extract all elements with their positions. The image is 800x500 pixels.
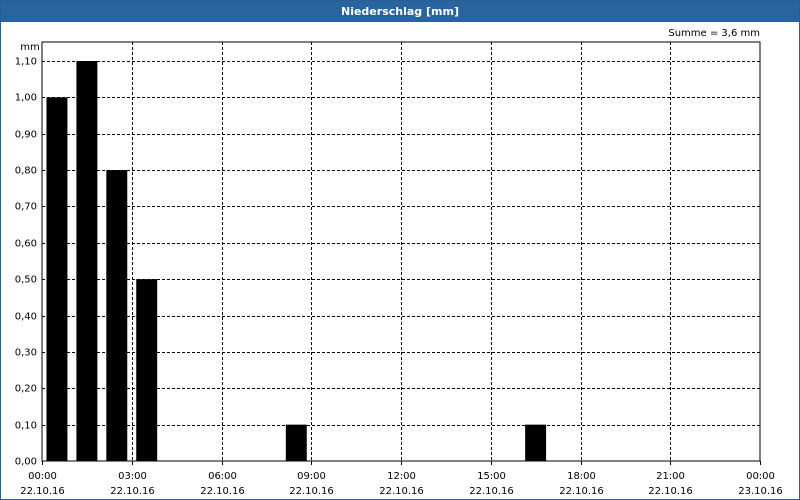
precipitation-bar	[525, 424, 547, 461]
y-tick-label: 1,10	[15, 57, 37, 68]
precipitation-bar	[76, 61, 98, 461]
sum-label: Summe = 3,6 mm	[668, 28, 760, 39]
y-tick-label: 0,50	[15, 275, 37, 286]
x-tick-date-label: 22.10.16	[648, 486, 693, 497]
y-tick-label: 0,60	[15, 239, 37, 250]
y-tick-label: 0,10	[15, 421, 37, 432]
x-tick-time-label: 18:00	[567, 471, 596, 482]
x-tick-date-label: 22.10.16	[289, 486, 334, 497]
x-tick-date-label: 22.10.16	[20, 486, 65, 497]
x-tick-time-label: 06:00	[208, 471, 237, 482]
x-tick-date-label: 22.10.16	[379, 486, 424, 497]
x-tick-date-label: 22.10.16	[110, 486, 155, 497]
y-axis-unit-label: mm	[20, 42, 39, 53]
precipitation-bar	[106, 170, 128, 461]
y-tick-label: 0,40	[15, 312, 37, 323]
x-tick-date-label: 22.10.16	[559, 486, 604, 497]
x-tick-time-label: 03:00	[118, 471, 147, 482]
precipitation-bar	[285, 424, 307, 461]
x-tick-time-label: 09:00	[297, 471, 326, 482]
y-tick-label: 0,00	[15, 457, 37, 468]
y-tick-label: 1,00	[15, 93, 37, 104]
x-tick-date-label: 22.10.16	[200, 486, 245, 497]
precipitation-chart: Summe = 3,6 mm mm 0,00 0,10 0,20 0,30 0,40 0,…	[15, 28, 783, 497]
y-tick-label: 0,80	[15, 166, 37, 177]
precipitation-bar	[136, 279, 158, 461]
precipitation-bar	[46, 97, 68, 461]
x-tick-time-label: 00:00	[746, 471, 775, 482]
x-tick-time-label: 15:00	[477, 471, 506, 482]
y-tick-label: 0,20	[15, 384, 37, 395]
x-tick-date-label: 23.10.16	[738, 486, 783, 497]
x-tick-time-label: 21:00	[656, 471, 685, 482]
x-tick-time-label: 12:00	[387, 471, 416, 482]
y-tick-label: 0,70	[15, 202, 37, 213]
x-tick-time-label: 00:00	[28, 471, 57, 482]
x-tick-date-label: 22.10.16	[469, 486, 514, 497]
y-tick-label: 0,90	[15, 130, 37, 141]
y-tick-label: 0,30	[15, 348, 37, 359]
